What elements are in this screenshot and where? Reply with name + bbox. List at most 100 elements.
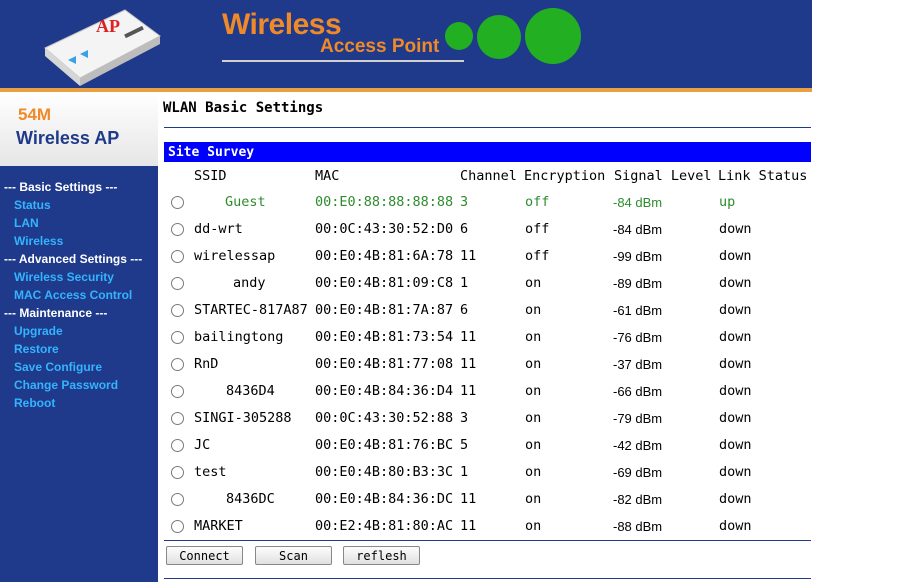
row-link: down [719,356,752,372]
row-signal: -66 dBm [613,384,663,399]
refresh-button[interactable]: reflesh [343,546,420,565]
row-signal: -84 dBm [613,222,663,237]
column-header-link-status: Link Status [718,168,808,184]
row-ssid: 8436DC [226,491,275,507]
row-link: down [719,221,752,237]
sidebar-item-upgrade[interactable]: Upgrade [14,324,63,338]
network-select-radio[interactable] [171,304,184,317]
row-signal: -37 dBm [613,357,663,372]
row-channel: 3 [460,194,469,210]
sidebar-item-save-configure[interactable]: Save Configure [14,360,102,374]
table-bottom-divider [164,540,811,541]
row-signal: -82 dBm [613,492,663,507]
row-channel: 11 [460,356,477,372]
network-select-radio[interactable] [171,250,184,263]
row-link: down [719,464,752,480]
row-mac: 00:E0:4B:81:6A:78 [315,248,454,264]
row-encryption: on [525,437,542,453]
row-signal: -84 dBm [613,195,663,210]
sidebar-item-reboot[interactable]: Reboot [14,396,55,410]
network-select-radio[interactable] [171,277,184,290]
site-survey-bar [164,142,811,162]
row-ssid: test [194,464,227,480]
logo-speed: 54M [18,105,52,124]
network-select-radio[interactable] [171,223,184,236]
device-badge: AP [96,16,120,36]
row-mac: 00:E0:4B:81:73:54 [315,329,454,345]
row-channel: 1 [460,275,469,291]
row-encryption: on [525,356,542,372]
connect-button[interactable]: Connect [166,546,243,565]
green-dot-small-icon [445,22,473,50]
network-select-radio[interactable] [171,385,184,398]
sidebar-item-wireless[interactable]: Wireless [14,234,63,248]
column-header-signal-level: Signal Level [614,168,712,184]
row-signal: -79 dBm [613,411,663,426]
row-signal: -76 dBm [613,330,663,345]
row-channel: 3 [460,410,469,426]
row-link: down [719,329,752,345]
row-link: up [719,194,736,210]
row-signal: -99 dBm [613,249,663,264]
sidebar-heading-advanced-settings: --- Advanced Settings --- [4,252,143,266]
sidebar-item-change-password[interactable]: Change Password [14,378,118,392]
row-channel: 1 [460,464,469,480]
row-link: down [719,275,752,291]
row-mac: 00:0C:43:30:52:88 [315,410,454,426]
row-channel: 5 [460,437,469,453]
column-header-encryption: Encryption [524,168,606,184]
logo-product-name: Wireless AP [16,128,120,148]
row-mac: 00:E0:88:88:88:88 [315,194,454,210]
row-encryption: on [525,491,542,507]
row-mac: 00:E0:4B:84:36:DC [315,491,454,507]
banner-underline [222,60,464,62]
sidebar-item-mac-access-control[interactable]: MAC Access Control [14,288,132,302]
sidebar-heading-maintenance: --- Maintenance --- [4,306,108,320]
column-header-channel: Channel [460,168,517,184]
row-ssid: Guest [225,194,266,210]
network-select-radio[interactable] [171,439,184,452]
row-encryption: on [525,329,542,345]
row-signal: -61 dBm [613,303,663,318]
row-channel: 6 [460,221,469,237]
row-mac: 00:E2:4B:81:80:AC [315,518,454,534]
network-select-radio[interactable] [171,196,184,209]
network-select-radio[interactable] [171,493,184,506]
sidebar-item-lan[interactable]: LAN [14,216,39,230]
row-link: down [719,410,752,426]
product-logo: 54M Wireless AP [0,92,158,166]
column-header-mac: MAC [315,168,340,184]
banner-title-access-point: Access Point [320,36,440,57]
row-encryption: off [525,248,550,264]
row-ssid: RnD [194,356,219,372]
row-ssid: STARTEC-817A87 [194,302,308,318]
row-link: down [719,248,752,264]
row-ssid: andy [233,275,266,291]
page-title: WLAN Basic Settings [163,100,324,116]
row-ssid: JC [194,437,211,453]
header-banner: AP Wireless Access Point [0,0,812,92]
sidebar-item-wireless-security[interactable]: Wireless Security [14,270,114,284]
network-select-radio[interactable] [171,331,184,344]
row-link: down [719,383,752,399]
row-mac: 00:E0:4B:80:B3:3C [315,464,454,480]
row-link: down [719,518,752,534]
row-channel: 6 [460,302,469,318]
sidebar-menu: --- Basic Settings --- Status LAN Wireless -… [0,166,158,582]
sidebar-item-restore[interactable]: Restore [14,342,59,356]
green-dot-large-icon [525,8,581,64]
site-survey-label: Site Survey [168,145,255,160]
row-signal: -69 dBm [613,465,663,480]
row-channel: 11 [460,329,477,345]
network-select-radio[interactable] [171,358,184,371]
network-select-radio[interactable] [171,412,184,425]
sidebar-heading-basic-settings: --- Basic Settings --- [4,180,118,194]
row-mac: 00:E0:4B:81:76:BC [315,437,454,453]
network-select-radio[interactable] [171,520,184,533]
scan-button[interactable]: Scan [255,546,332,565]
row-link: down [719,491,752,507]
sidebar-item-status[interactable]: Status [14,198,51,212]
row-ssid: 8436D4 [226,383,275,399]
network-select-radio[interactable] [171,466,184,479]
row-encryption: on [525,275,542,291]
